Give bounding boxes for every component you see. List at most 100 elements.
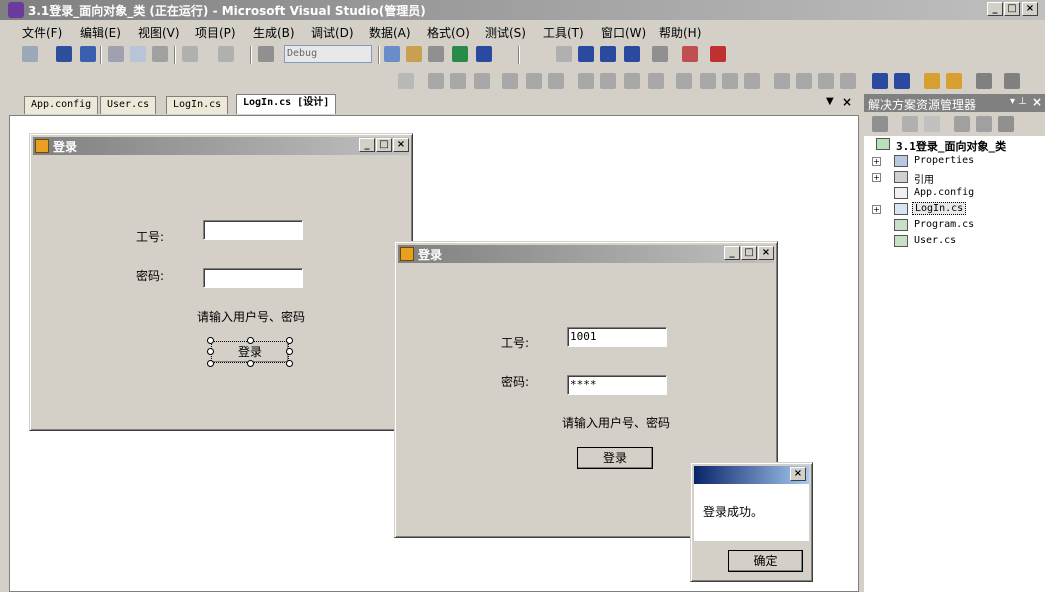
vspacing-remove-icon[interactable] — [840, 73, 856, 89]
menu-file[interactable]: 文件(F) — [22, 24, 62, 41]
resize-handle[interactable] — [247, 337, 254, 344]
menu-project[interactable]: 项目(P) — [195, 24, 236, 41]
resize-handle[interactable] — [247, 360, 254, 367]
menu-format[interactable]: 格式(O) — [427, 24, 470, 41]
bring-to-front-icon[interactable] — [924, 73, 940, 89]
class-diagram-icon[interactable] — [998, 116, 1014, 132]
tree-item-program-cs[interactable]: Program.cs — [914, 219, 974, 230]
menu-view[interactable]: 视图(V) — [138, 24, 180, 41]
minimize-button[interactable]: _ — [987, 2, 1003, 16]
menu-build[interactable]: 生成(B) — [253, 24, 295, 41]
running-pw-textbox[interactable]: **** — [567, 375, 667, 395]
tree-item-user-cs[interactable]: User.cs — [914, 235, 956, 246]
refresh-icon[interactable] — [924, 116, 940, 132]
view-code-icon[interactable] — [954, 116, 970, 132]
find-icon[interactable] — [384, 46, 400, 62]
center-vertically-icon[interactable] — [894, 73, 910, 89]
vspacing-decrease-icon[interactable] — [818, 73, 834, 89]
show-all-files-icon[interactable] — [902, 116, 918, 132]
tree-item-properties[interactable]: Properties — [914, 155, 974, 166]
center-horizontally-icon[interactable] — [872, 73, 888, 89]
copy-icon[interactable] — [130, 46, 146, 62]
breakpoint-icon[interactable] — [710, 46, 726, 62]
running-id-textbox[interactable]: 1001 — [567, 327, 667, 347]
menu-help[interactable]: 帮助(H) — [659, 24, 701, 41]
step-icon[interactable] — [682, 46, 698, 62]
align-right-icon[interactable] — [474, 73, 490, 89]
tab-login-cs[interactable]: LogIn.cs — [166, 96, 229, 114]
vspacing-equal-icon[interactable] — [774, 73, 790, 89]
object-browser-icon[interactable] — [452, 46, 468, 62]
running-close-button[interactable]: × — [758, 246, 774, 260]
expand-properties-icon[interactable]: + — [872, 157, 881, 166]
undo-icon[interactable] — [182, 46, 198, 62]
resize-handle[interactable] — [207, 337, 214, 344]
align-top-icon[interactable] — [502, 73, 518, 89]
project-node[interactable]: 3.1登录_面向对象_类 — [896, 138, 1006, 154]
resize-handle[interactable] — [286, 348, 293, 355]
make-same-height-icon[interactable] — [600, 73, 616, 89]
show-next-statement-icon[interactable] — [652, 46, 668, 62]
view-designer-icon[interactable] — [976, 116, 992, 132]
tab-dropdown-icon[interactable]: ▼ — [826, 96, 834, 107]
menu-test[interactable]: 测试(S) — [485, 24, 526, 41]
continue-icon[interactable] — [556, 46, 572, 62]
pane-close-icon[interactable]: × — [1032, 95, 1042, 109]
tab-app-config[interactable]: App.config — [24, 96, 99, 114]
pause-icon[interactable] — [578, 46, 594, 62]
menu-debug[interactable]: 调试(D) — [311, 24, 354, 41]
save-all-icon[interactable] — [80, 46, 96, 62]
cut-icon[interactable] — [108, 46, 124, 62]
message-close-button[interactable]: × — [790, 467, 806, 481]
align-to-grid-icon[interactable] — [398, 73, 414, 89]
resize-handle[interactable] — [286, 337, 293, 344]
hspacing-decrease-icon[interactable] — [722, 73, 738, 89]
lock-controls-icon[interactable] — [1004, 73, 1020, 89]
tab-login-designer[interactable]: LogIn.cs [设计] — [236, 94, 337, 114]
hspacing-equal-icon[interactable] — [676, 73, 692, 89]
tree-item-references[interactable]: 引用 — [914, 171, 934, 186]
align-bottom-icon[interactable] — [548, 73, 564, 89]
config-dropdown[interactable]: Debug — [284, 45, 372, 63]
running-max-button[interactable]: □ — [741, 246, 757, 260]
maximize-button[interactable]: □ — [1004, 2, 1020, 16]
expand-login-icon[interactable]: + — [872, 205, 881, 214]
designer-pw-textbox[interactable] — [203, 268, 303, 288]
make-same-width-icon[interactable] — [578, 73, 594, 89]
running-min-button[interactable]: _ — [724, 246, 740, 260]
toolbox-icon[interactable] — [476, 46, 492, 62]
ok-button[interactable]: 确定 — [728, 550, 803, 572]
resize-handle[interactable] — [207, 360, 214, 367]
properties-icon[interactable] — [872, 116, 888, 132]
tab-close-icon[interactable]: × — [842, 95, 852, 109]
menu-edit[interactable]: 编辑(E) — [80, 24, 121, 41]
hspacing-remove-icon[interactable] — [744, 73, 760, 89]
size-to-grid-icon[interactable] — [648, 73, 664, 89]
tab-order-icon[interactable] — [976, 73, 992, 89]
resize-handle[interactable] — [286, 360, 293, 367]
close-button[interactable]: × — [1022, 2, 1038, 16]
align-middle-icon[interactable] — [526, 73, 542, 89]
send-to-back-icon[interactable] — [946, 73, 962, 89]
align-left-icon[interactable] — [428, 73, 444, 89]
align-center-icon[interactable] — [450, 73, 466, 89]
restart-icon[interactable] — [624, 46, 640, 62]
menu-data[interactable]: 数据(A) — [369, 24, 411, 41]
menu-window[interactable]: 窗口(W) — [601, 24, 646, 41]
tree-item-login-cs[interactable]: LogIn.cs — [912, 202, 967, 215]
vspacing-increase-icon[interactable] — [796, 73, 812, 89]
save-icon[interactable] — [56, 46, 72, 62]
properties-icon[interactable] — [428, 46, 444, 62]
solution-explorer-icon[interactable] — [406, 46, 422, 62]
hspacing-increase-icon[interactable] — [700, 73, 716, 89]
designer-form[interactable]: 登录 _ □ × 工号: 密码: 请输入用户号、密码 登录 — [29, 133, 413, 431]
make-same-size-icon[interactable] — [624, 73, 640, 89]
pane-pin-icon[interactable]: ▾ ⊥ — [1010, 96, 1027, 107]
new-project-icon[interactable] — [22, 46, 38, 62]
redo-icon[interactable] — [218, 46, 234, 62]
expand-references-icon[interactable]: + — [872, 173, 881, 182]
running-login-button[interactable]: 登录 — [577, 447, 653, 469]
paste-icon[interactable] — [152, 46, 168, 62]
resize-handle[interactable] — [207, 348, 214, 355]
tab-user-cs[interactable]: User.cs — [100, 96, 157, 114]
